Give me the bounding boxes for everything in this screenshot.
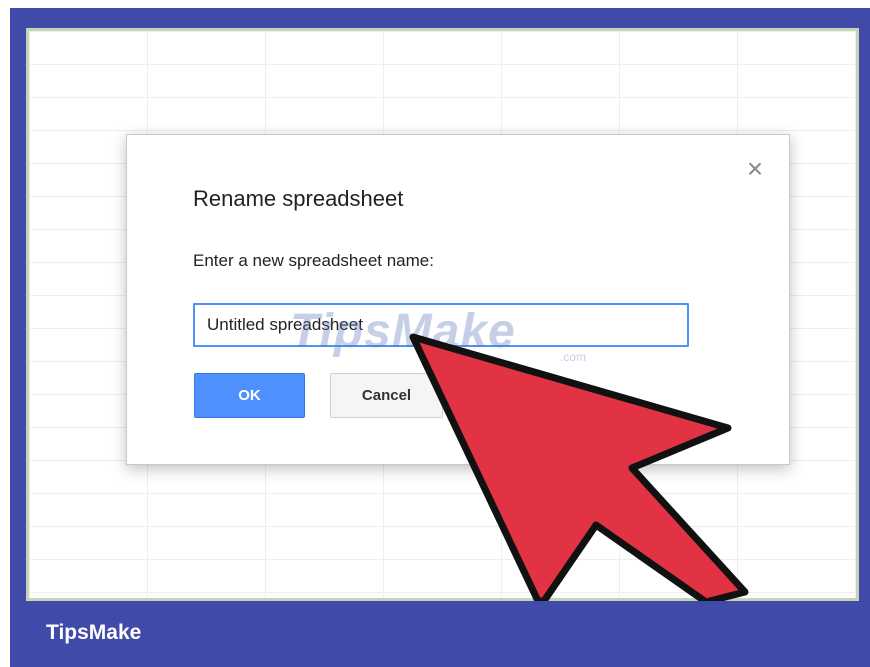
close-icon[interactable]: × [742, 155, 768, 183]
dialog-title: Rename spreadsheet [193, 186, 404, 211]
ok-button[interactable]: OK [194, 373, 305, 418]
dialog-prompt: Enter a new spreadsheet name: [193, 251, 434, 270]
spreadsheet-name-input[interactable] [193, 303, 689, 347]
footer-bar: TipsMake [10, 601, 870, 667]
cancel-button[interactable]: Cancel [330, 373, 443, 418]
footer-brand: TipsMake [46, 621, 142, 644]
